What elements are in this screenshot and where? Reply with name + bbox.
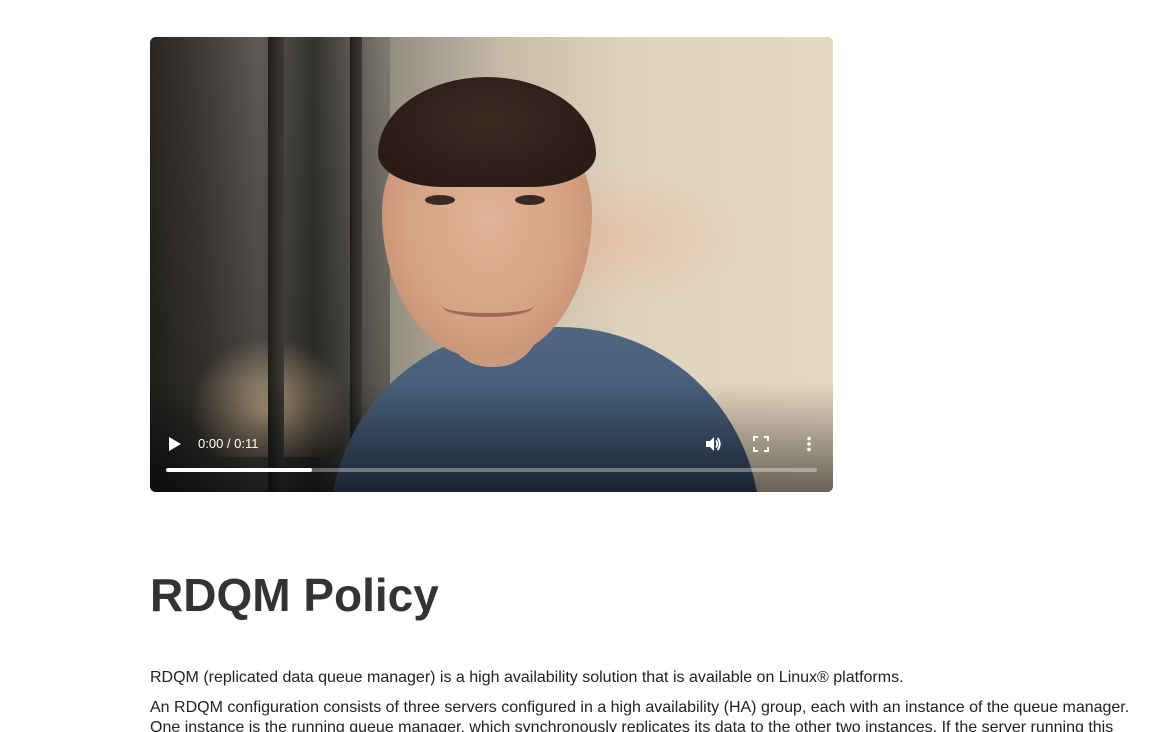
play-button[interactable] [162,431,188,457]
play-icon [169,437,181,451]
more-options-icon [807,436,811,452]
fullscreen-button[interactable] [748,431,774,457]
page: 0:00 / 0:11 RDQM Policy RDQM (replicated… [0,0,1157,732]
article-paragraph: An RDQM configuration consists of three … [150,699,1130,732]
volume-icon [706,437,721,451]
more-options-button[interactable] [796,431,822,457]
volume-button[interactable] [700,431,726,457]
video-person-mouth [442,295,534,317]
article-paragraph: RDQM (replicated data queue manager) is … [150,669,904,686]
video-time-display: 0:00 / 0:11 [198,436,259,451]
page-title: RDQM Policy [150,569,439,621]
video-player[interactable]: 0:00 / 0:11 [150,37,833,492]
fullscreen-icon [753,436,769,452]
video-progress-bar[interactable] [166,468,817,472]
video-progress-fill [166,468,313,472]
video-person-eye [425,195,455,205]
video-person-eye [515,195,545,205]
video-person-hair [378,77,596,187]
